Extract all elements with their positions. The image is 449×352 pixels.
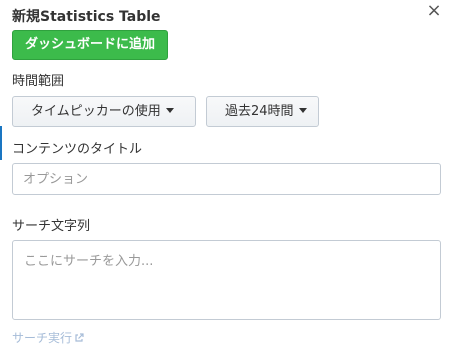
- run-search-label: サーチ実行: [12, 331, 73, 345]
- content-title-label: コンテンツのタイトル: [12, 142, 143, 157]
- add-to-dashboard-button[interactable]: ダッシュボードに追加: [12, 30, 169, 60]
- time-preset-dropdown[interactable]: 過去24時間: [206, 96, 319, 127]
- statistics-table-panel: 新規Statistics Table × ダッシュボードに追加 時間範囲 タイム…: [0, 0, 449, 352]
- close-icon[interactable]: ×: [426, 2, 442, 20]
- search-string-input[interactable]: [12, 240, 441, 320]
- time-picker-label: タイムピッカーの使用: [31, 104, 161, 119]
- panel-left-accent: [0, 126, 2, 160]
- time-picker-dropdown[interactable]: タイムピッカーの使用: [12, 96, 196, 127]
- run-search-link[interactable]: サーチ実行: [12, 329, 84, 346]
- content-title-input[interactable]: [12, 163, 441, 195]
- chevron-down-icon: [298, 108, 307, 113]
- time-preset-label: 過去24時間: [225, 104, 294, 119]
- search-string-label: サーチ文字列: [12, 219, 91, 234]
- time-range-label: 時間範囲: [12, 74, 65, 89]
- external-link-icon: [75, 332, 84, 342]
- panel-title: 新規Statistics Table: [12, 9, 161, 25]
- chevron-down-icon: [165, 108, 174, 113]
